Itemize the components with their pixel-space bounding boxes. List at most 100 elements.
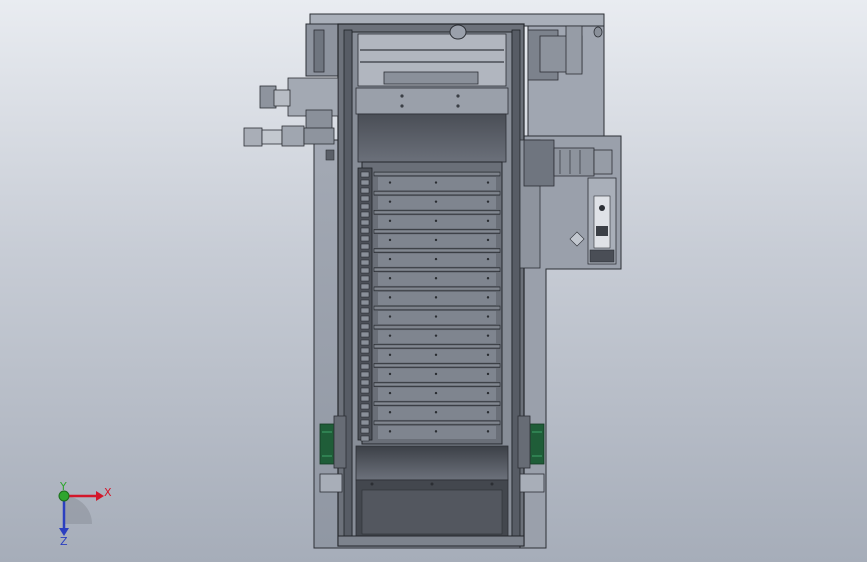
slat-bolt [434, 277, 438, 280]
right-bearing [517, 415, 545, 469]
left-foot-tray [319, 473, 343, 493]
slat-bolt [388, 372, 392, 376]
slat-gap [378, 215, 496, 229]
chain-link [360, 435, 370, 442]
slat-bolt [486, 181, 490, 184]
chain-link [360, 387, 370, 394]
slat-bolt [388, 430, 392, 433]
slat-gap [378, 272, 496, 286]
slat-bolt [486, 277, 490, 280]
upper-hopper [357, 113, 507, 163]
slat-bolt [434, 181, 438, 184]
chain-link [360, 419, 370, 426]
chain-link [360, 267, 370, 274]
chain-link [360, 307, 370, 314]
cad-viewport[interactable] [0, 0, 867, 562]
chain-link [360, 219, 370, 226]
slat-bolt [388, 296, 392, 299]
slat-bolt [434, 372, 438, 376]
left-bearing [319, 415, 347, 469]
slat-bolt [434, 353, 438, 357]
slat-gap [378, 311, 496, 325]
slat-bolt [486, 411, 490, 414]
chain-link [360, 371, 370, 378]
bottom-base-bar [337, 535, 525, 547]
slat-bolt [434, 296, 438, 299]
slat-bolt [434, 257, 438, 261]
slat-gap [378, 196, 496, 210]
right-top-knob [593, 26, 603, 38]
slat-bolt [486, 430, 490, 433]
chain-link [360, 315, 370, 322]
chain-link [360, 211, 370, 218]
top-shaft-block [383, 71, 479, 85]
screen-slat [373, 420, 501, 426]
chain-link [360, 187, 370, 194]
screen-slat [373, 171, 501, 177]
screen-slat [373, 229, 501, 234]
chain-link [360, 331, 370, 338]
chain-link [360, 355, 370, 362]
slat-gap [378, 253, 496, 267]
slat-gap [378, 234, 496, 248]
slat-bolt [486, 353, 490, 357]
screen-slat [373, 401, 501, 407]
right-motor-top-cap [565, 25, 583, 75]
chain-link [360, 203, 370, 210]
chain-link [360, 251, 370, 258]
chain-link [360, 227, 370, 234]
slat-bolt [388, 334, 392, 337]
slat-bolt [388, 181, 392, 184]
slat-bolt [388, 277, 392, 280]
chain-link [360, 283, 370, 290]
screen-slat [373, 267, 501, 273]
slat-gap [378, 349, 496, 363]
chain-link [360, 347, 370, 354]
slat-bolt [486, 200, 490, 203]
screen-slat [373, 343, 501, 349]
chain-link [360, 427, 370, 434]
slat-bolt [388, 200, 392, 203]
slat-bolt [434, 391, 438, 395]
left-motor-inner [313, 29, 325, 73]
chain-link [360, 323, 370, 330]
slat-bolt [388, 219, 392, 223]
slat-bolt [388, 315, 392, 318]
slat-bolt [434, 238, 438, 242]
chain-link [360, 395, 370, 402]
slat-bolt [388, 257, 392, 261]
screen-slat [373, 363, 501, 368]
chain-link [360, 179, 370, 186]
screen-slat [373, 190, 501, 196]
screen-slat [373, 324, 501, 330]
slat-bolt [486, 391, 490, 395]
slat-bolt [388, 411, 392, 414]
chain-link [360, 259, 370, 266]
chain-link [360, 171, 370, 178]
slat-bolt [486, 238, 490, 242]
slat-bolt [434, 219, 438, 223]
slat-gap [378, 406, 496, 420]
chain-link [360, 379, 370, 386]
top-bolt-head [449, 24, 467, 40]
slat-bolt [486, 315, 490, 318]
header-plate [355, 87, 509, 115]
slat-bolt [388, 353, 392, 357]
slat-bolt [434, 430, 438, 433]
discharge-chute-inner [361, 489, 503, 535]
slat-gap [378, 330, 496, 344]
slat-gap [378, 291, 496, 305]
screen-slat [373, 248, 501, 253]
chain-link [360, 411, 370, 418]
slat-gap [378, 387, 496, 401]
screen-slat [373, 286, 501, 292]
chain-link [360, 339, 370, 346]
chain-link [360, 195, 370, 202]
screen-slat [373, 382, 501, 387]
slat-bolt [434, 334, 438, 337]
slat-bolt [486, 296, 490, 299]
slat-gap [378, 425, 496, 439]
machine-assembly[interactable] [243, 13, 622, 549]
lower-hopper [355, 445, 509, 481]
chain-link [360, 299, 370, 306]
